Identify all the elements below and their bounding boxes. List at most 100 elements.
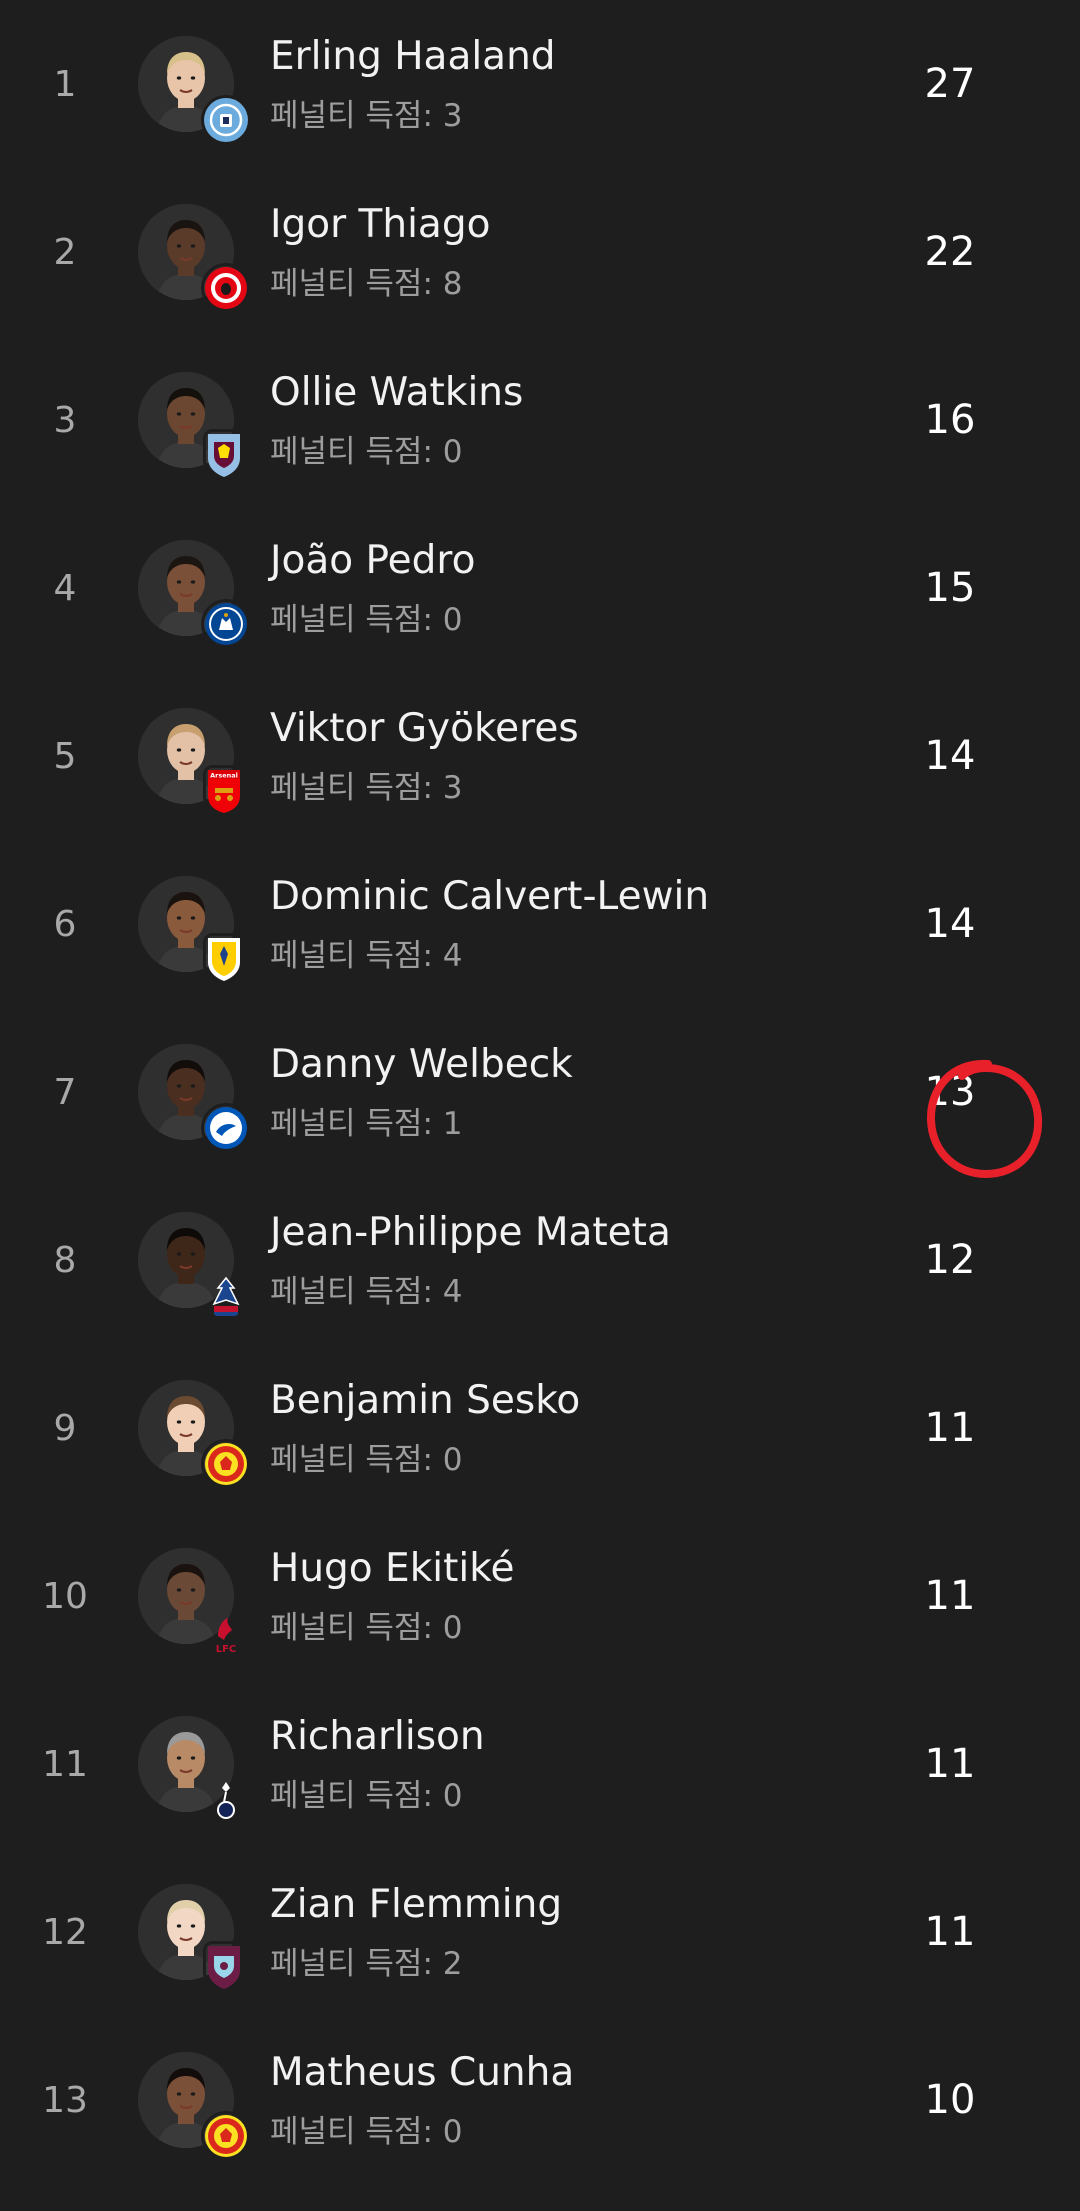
penalty-label: 페널티 득점: — [270, 1610, 443, 1646]
goal-count: 27 — [924, 61, 976, 107]
penalty-goals: 페널티 득점: 1 — [270, 1098, 463, 1143]
player-avatar-group — [138, 1044, 247, 1149]
penalty-count: 2 — [442, 1946, 463, 1982]
goal-count: 14 — [924, 733, 976, 779]
rank-number: 7 — [53, 1071, 77, 1113]
player-row[interactable]: 8 Jean-Philippe Mateta 페널티 득점: 4 12 — [0, 1176, 1080, 1344]
penalty-goals: 페널티 득점: 0 — [270, 1434, 463, 1479]
liverpool-crest-icon: LFC — [204, 1610, 248, 1654]
penalty-goals: 페널티 득점: 8 — [270, 258, 463, 303]
player-row[interactable]: 6 Dominic Calvert-Lewin 페널티 득점: 4 14 — [0, 840, 1080, 1008]
player-name: Jean-Philippe Mateta — [270, 1210, 671, 1255]
rank-number: 13 — [42, 2079, 88, 2121]
goal-count: 13 — [924, 1069, 976, 1115]
burnley-crest-icon — [206, 1944, 242, 1990]
penalty-goals: 페널티 득점: 4 — [270, 930, 463, 975]
player-avatar-group: LFC — [138, 1548, 236, 1654]
player-avatar-group — [138, 1380, 247, 1485]
penalty-goals: 페널티 득점: 2 — [270, 1938, 463, 1983]
penalty-goals: 페널티 득점: 0 — [270, 426, 463, 471]
chelsea-crest-icon — [204, 602, 248, 646]
player-name: João Pedro — [270, 538, 476, 583]
penalty-count: 3 — [442, 98, 463, 134]
player-avatar-group — [138, 1716, 235, 1819]
penalty-goals: 페널티 득점: 0 — [270, 1602, 463, 1647]
penalty-goals: 페널티 득점: 3 — [270, 90, 463, 135]
penalty-goals: 페널티 득점: 0 — [270, 594, 463, 639]
penalty-label: 페널티 득점: — [270, 938, 443, 974]
rank-number: 6 — [53, 903, 77, 945]
player-row[interactable]: 5 Arsenal Viktor Gyökeres 페널티 득점: 3 14 — [0, 672, 1080, 840]
penalty-goals: 페널티 득점: 4 — [270, 1266, 463, 1311]
penalty-label: 페널티 득점: — [270, 1778, 443, 1814]
player-row[interactable]: 9 Benjamin Sesko 페널티 득점: 0 11 — [0, 1344, 1080, 1512]
svg-text:Arsenal: Arsenal — [210, 772, 238, 780]
player-row[interactable]: 11 Richarlison 페널티 득점: 0 11 — [0, 1680, 1080, 1848]
player-name: Richarlison — [270, 1714, 485, 1759]
player-avatar-group — [138, 2052, 247, 2157]
rank-number: 9 — [53, 1407, 77, 1449]
penalty-label: 페널티 득점: — [270, 1274, 443, 1310]
player-name: Viktor Gyökeres — [270, 706, 579, 751]
player-name: Zian Flemming — [270, 1882, 563, 1927]
penalty-count: 8 — [442, 266, 463, 302]
player-row[interactable]: 2 Igor Thiago 페널티 득점: 8 22 — [0, 168, 1080, 336]
penalty-goals: 페널티 득점: 0 — [270, 1770, 463, 1815]
rank-number: 8 — [53, 1239, 77, 1281]
penalty-count: 0 — [442, 434, 463, 470]
top-scorers-list: 1 Erling Haaland 페널티 득점: 3 27 2 Igor Thiago 페널… — [0, 0, 1080, 2184]
brighton-crest-icon — [204, 1106, 248, 1150]
penalty-goals: 페널티 득점: 3 — [270, 762, 463, 807]
goal-count: 12 — [924, 1237, 976, 1283]
goal-count: 11 — [924, 1909, 976, 1955]
penalty-count: 0 — [442, 602, 463, 638]
penalty-label: 페널티 득점: — [270, 434, 443, 470]
player-row[interactable]: 1 Erling Haaland 페널티 득점: 3 27 — [0, 0, 1080, 168]
rank-number: 11 — [42, 1743, 88, 1785]
penalty-label: 페널티 득점: — [270, 266, 443, 302]
player-row[interactable]: 12 Zian Flemming 페널티 득점: 2 11 — [0, 1848, 1080, 2016]
player-name: Danny Welbeck — [270, 1042, 573, 1087]
goal-count: 14 — [924, 901, 976, 947]
arsenal-crest-icon: Arsenal — [206, 768, 242, 814]
penalty-count: 0 — [442, 1442, 463, 1478]
rank-number: 12 — [42, 1911, 88, 1953]
goal-count: 11 — [924, 1741, 976, 1787]
penalty-goals: 페널티 득점: 0 — [270, 2106, 463, 2151]
brentford-crest-icon — [204, 266, 248, 310]
penalty-count: 3 — [442, 770, 463, 806]
man-united-crest-icon — [204, 2114, 248, 2158]
player-name: Igor Thiago — [270, 202, 491, 247]
player-avatar-group — [138, 1884, 240, 1989]
player-avatar-group — [138, 1212, 240, 1316]
penalty-count: 1 — [442, 1106, 463, 1142]
player-name: Matheus Cunha — [270, 2050, 575, 2095]
player-avatar-group — [138, 876, 240, 981]
player-avatar-group: Arsenal — [138, 708, 240, 813]
player-name: Benjamin Sesko — [270, 1378, 581, 1423]
player-name: Ollie Watkins — [270, 370, 524, 415]
penalty-label: 페널티 득점: — [270, 2114, 443, 2150]
player-row[interactable]: 13 Matheus Cunha 페널티 득점: 0 10 — [0, 2016, 1080, 2184]
svg-text:LFC: LFC — [216, 1644, 237, 1654]
player-row[interactable]: 4 João Pedro 페널티 득점: 0 15 — [0, 504, 1080, 672]
player-row[interactable]: 3 Ollie Watkins 페널티 득점: 0 16 — [0, 336, 1080, 504]
player-row[interactable]: 10 LFC Hugo Ekitiké 페널티 득점: 0 11 — [0, 1512, 1080, 1680]
player-name: Dominic Calvert-Lewin — [270, 874, 710, 919]
player-row[interactable]: 7 Danny Welbeck 페널티 득점: 1 13 — [0, 1008, 1080, 1176]
penalty-label: 페널티 득점: — [270, 1946, 443, 1982]
goal-count: 22 — [924, 229, 976, 275]
goal-count: 16 — [924, 397, 976, 443]
rank-number: 10 — [42, 1575, 88, 1617]
penalty-count: 0 — [442, 1778, 463, 1814]
rank-number: 5 — [53, 735, 77, 777]
penalty-label: 페널티 득점: — [270, 602, 443, 638]
penalty-count: 4 — [442, 938, 463, 974]
goal-count: 11 — [924, 1405, 976, 1451]
goal-count: 11 — [924, 1573, 976, 1619]
player-avatar-group — [138, 372, 240, 477]
penalty-label: 페널티 득점: — [270, 1442, 443, 1478]
player-name: Hugo Ekitiké — [270, 1546, 515, 1591]
penalty-label: 페널티 득점: — [270, 770, 443, 806]
player-avatar-group — [138, 36, 248, 142]
